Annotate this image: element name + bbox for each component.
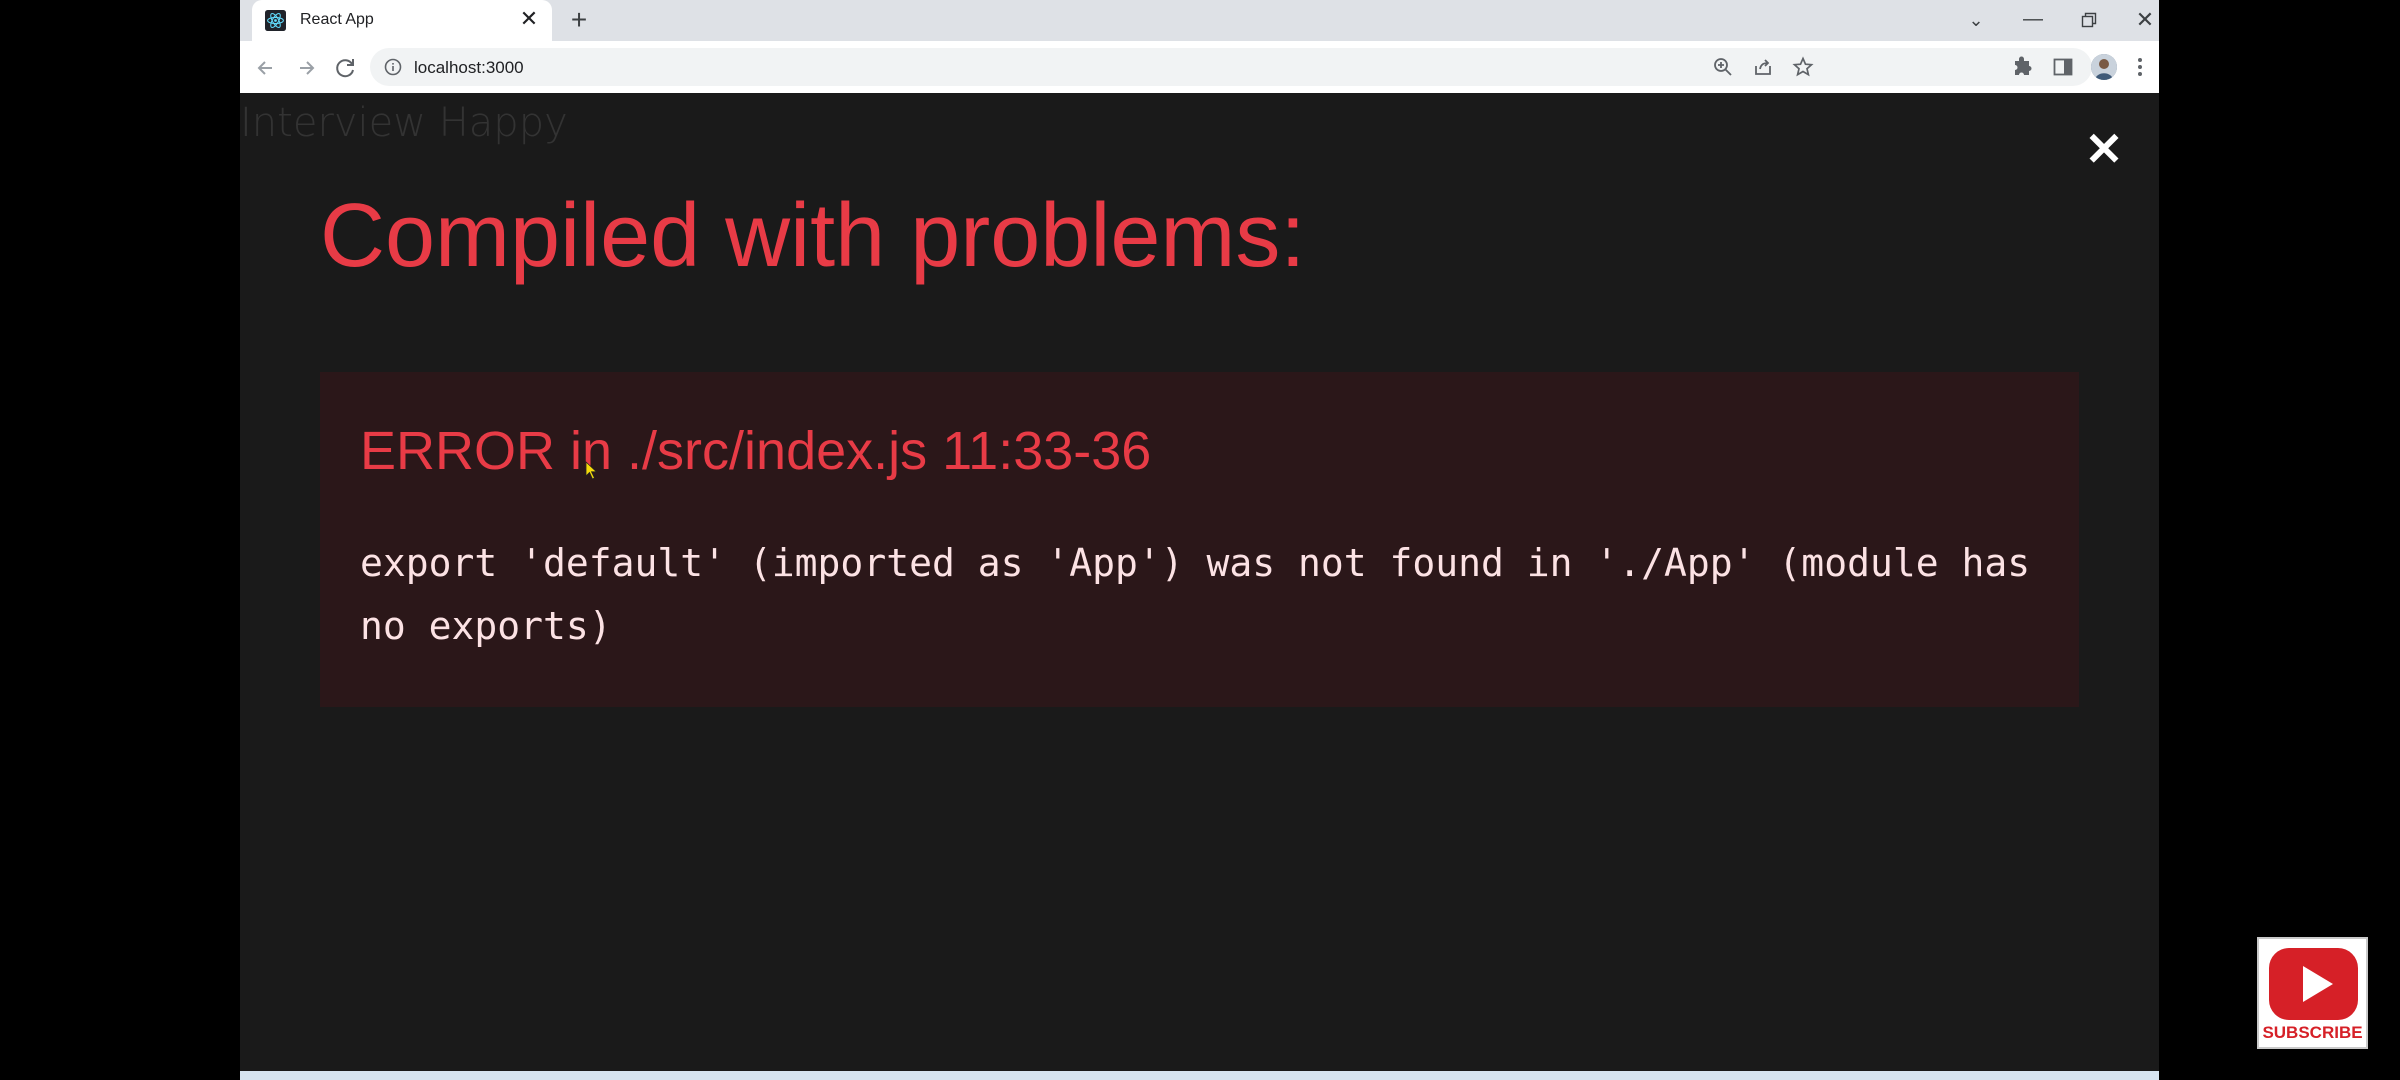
- address-bar[interactable]: localhost:3000: [370, 48, 2092, 86]
- error-message: export 'default' (imported as 'App') was…: [360, 541, 2053, 648]
- page-content: Interview Happy ✕ Compiled with problems…: [240, 93, 2159, 1080]
- url-text: localhost:3000: [414, 58, 524, 77]
- browser-window: React App ✕ + ⌄ — ✕ localhost:3000 Inter…: [240, 0, 2159, 1080]
- tab-title: React App: [300, 11, 374, 28]
- back-arrow-icon[interactable]: [250, 52, 282, 84]
- browser-toolbar: localhost:3000: [240, 41, 2159, 94]
- info-icon[interactable]: [384, 58, 402, 76]
- tab-strip: React App ✕ + ⌄ — ✕: [240, 0, 2159, 41]
- bookmark-star-icon[interactable]: [1792, 56, 1814, 78]
- minimize-icon[interactable]: —: [2011, 4, 2055, 36]
- profile-avatar[interactable]: [2091, 54, 2117, 80]
- youtube-play-icon: [2269, 948, 2358, 1020]
- extensions-puzzle-icon[interactable]: [2010, 55, 2034, 79]
- subscribe-label: SUBSCRIBE: [2262, 1023, 2363, 1042]
- tab-close-icon[interactable]: ✕: [516, 6, 542, 32]
- react-logo-icon: [265, 10, 286, 31]
- overlay-close-icon[interactable]: ✕: [2082, 126, 2126, 172]
- share-icon[interactable]: [1752, 56, 1774, 78]
- forward-arrow-icon[interactable]: [290, 52, 322, 84]
- menu-kebab-icon[interactable]: [2128, 55, 2152, 79]
- error-header: ERROR in ./src/index.js 11:33-36: [360, 421, 1152, 481]
- side-panel-icon[interactable]: [2051, 55, 2075, 79]
- mouse-cursor-icon: [585, 461, 598, 480]
- restore-icon[interactable]: [2067, 4, 2111, 36]
- reload-icon[interactable]: [330, 52, 362, 84]
- close-window-icon[interactable]: ✕: [2123, 4, 2159, 36]
- tab-react-app[interactable]: React App ✕: [252, 0, 552, 41]
- app-title: Interview Happy: [240, 100, 568, 146]
- overlay-heading: Compiled with problems:: [320, 186, 1306, 286]
- error-panel: ERROR in ./src/index.js 11:33-36 export …: [320, 372, 2079, 707]
- chevron-down-icon[interactable]: ⌄: [1954, 4, 1998, 36]
- subscribe-badge[interactable]: SUBSCRIBE: [2257, 937, 2368, 1049]
- bottom-strip: [240, 1071, 2159, 1080]
- zoom-icon[interactable]: [1712, 56, 1734, 78]
- new-tab-button[interactable]: +: [564, 5, 594, 35]
